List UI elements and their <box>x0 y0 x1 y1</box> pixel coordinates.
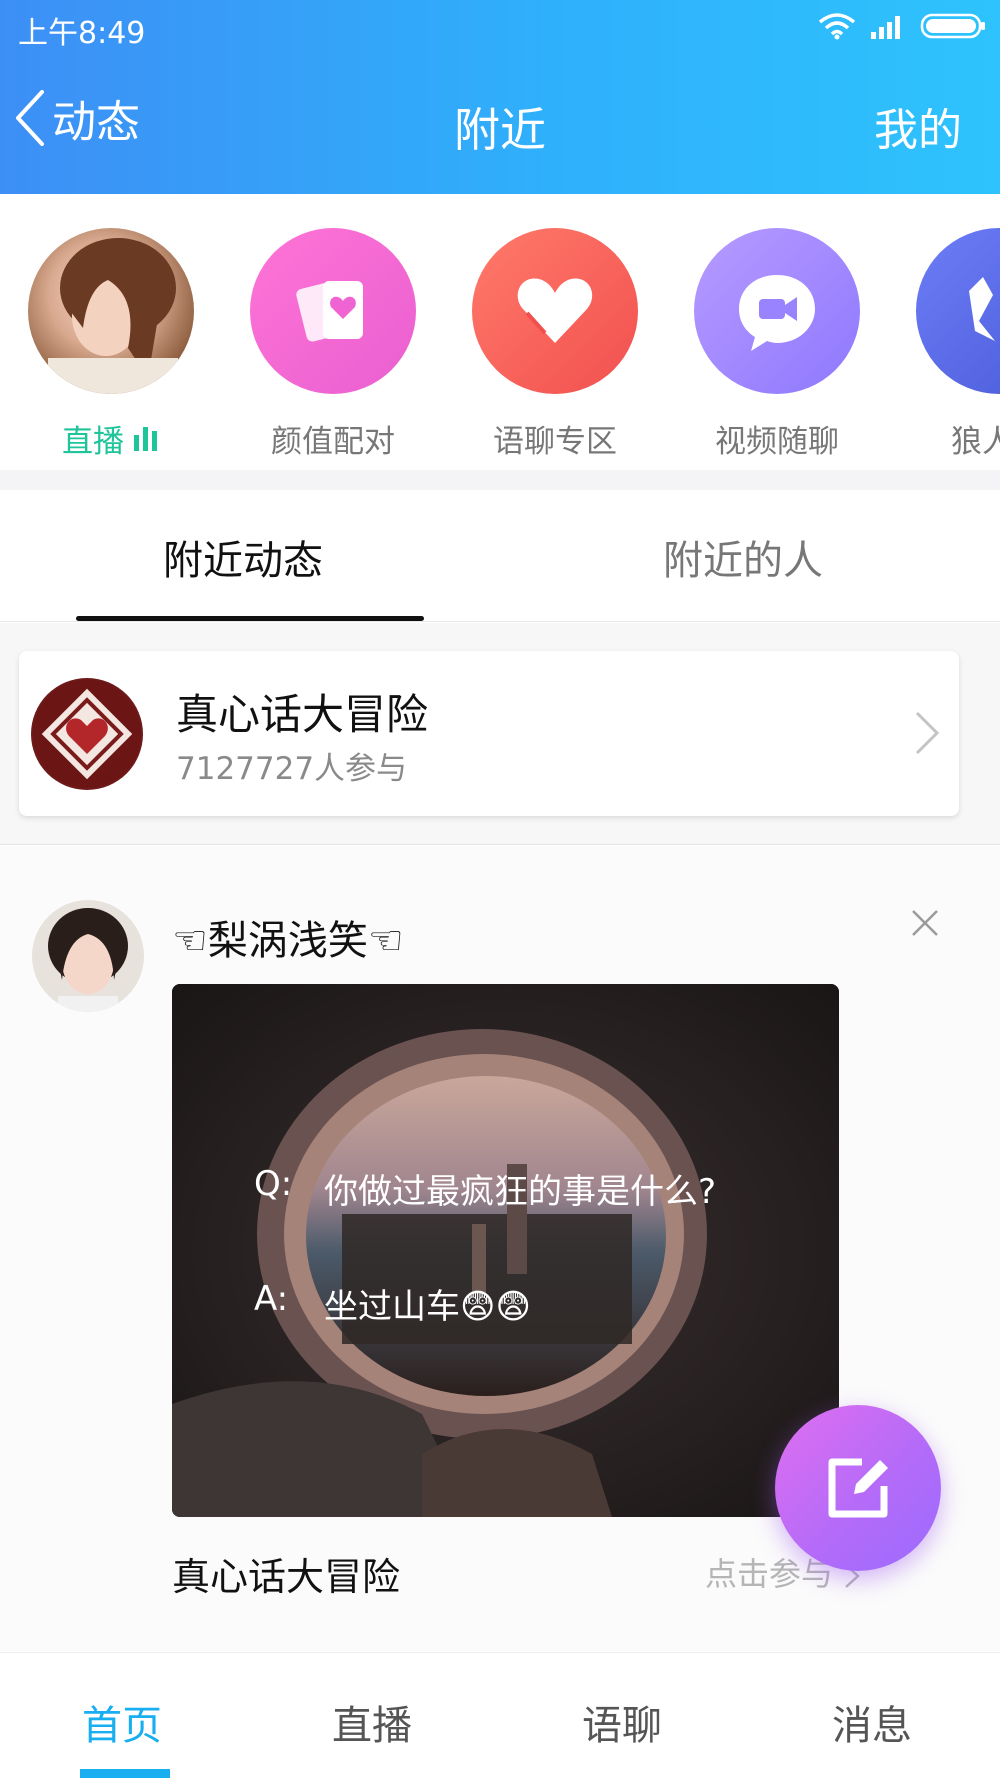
topic-section: 真心话大冒险 7127727人参与 <box>0 623 1000 845</box>
page-title: 附近 <box>454 103 546 157</box>
status-icons <box>818 12 986 40</box>
join-label: 点击参与 <box>705 1555 834 1593</box>
wolf-icon <box>916 228 1000 394</box>
nav-live[interactable]: 直播 <box>332 1693 412 1751</box>
category-label: 狼人 <box>951 424 1000 460</box>
image-answer-text: 坐过山车😨😨 <box>324 1287 531 1327</box>
category-label: 颜值配对 <box>271 424 395 460</box>
section-divider <box>0 470 1000 490</box>
chevron-left-icon <box>16 90 44 146</box>
topic-participants: 7127727人参与 <box>176 751 408 787</box>
feed-tabs: 附近动态 附近的人 <box>0 490 1000 622</box>
tab-nearby-posts[interactable]: 附近动态 <box>163 528 323 586</box>
wifi-icon <box>818 13 856 40</box>
bottom-nav: 首页 直播 语聊 消息 <box>0 1652 1000 1778</box>
category-label: 语聊专区 <box>493 424 617 460</box>
app-header: 上午8:49 动态 附近 我的 <box>0 0 1000 194</box>
nav-messages[interactable]: 消息 <box>832 1693 912 1751</box>
airplane-window-photo <box>172 984 839 1517</box>
image-answer-prefix: A: <box>254 1279 289 1319</box>
category-face-match[interactable]: 颜值配对 <box>233 228 433 461</box>
category-strip: 直播 颜值配对 语聊专区 视频随聊 狼人 <box>0 194 1000 490</box>
face-match-icon <box>250 228 416 394</box>
live-avatar <box>28 228 194 394</box>
topic-logo <box>31 678 143 790</box>
category-werewolf[interactable]: 狼人 <box>899 228 1000 461</box>
signal-icon <box>871 16 900 39</box>
compose-button[interactable] <box>775 1405 941 1571</box>
post-image[interactable]: Q: 你做过最疯狂的事是什么? A: 坐过山车😨😨 <box>172 984 839 1517</box>
nav-home[interactable]: 首页 <box>82 1693 162 1751</box>
live-bars-icon <box>134 426 157 451</box>
category-label: 视频随聊 <box>715 424 839 460</box>
post-topic-tag[interactable]: 真心话大冒险 <box>172 1546 400 1601</box>
video-chat-icon <box>694 228 860 394</box>
back-label: 动态 <box>52 97 140 148</box>
close-icon[interactable] <box>910 908 940 938</box>
category-voice-chat[interactable]: 语聊专区 <box>455 228 655 461</box>
category-video-chat[interactable]: 视频随聊 <box>677 228 877 461</box>
status-time: 上午8:49 <box>18 16 146 51</box>
edit-icon <box>828 1458 888 1518</box>
topic-card[interactable]: 真心话大冒险 7127727人参与 <box>19 651 959 816</box>
battery-icon <box>920 13 985 39</box>
tab-active-indicator <box>76 616 424 621</box>
image-question-text: 你做过最疯狂的事是什么? <box>324 1172 717 1212</box>
mine-button[interactable]: 我的 <box>874 94 962 158</box>
image-question-prefix: Q: <box>254 1164 293 1204</box>
category-label: 直播 <box>62 424 124 460</box>
live-avatar-image <box>48 238 178 394</box>
topic-title: 真心话大冒险 <box>176 690 429 739</box>
heart-icon <box>472 228 638 394</box>
post-avatar[interactable] <box>32 900 144 1012</box>
nav-active-indicator <box>80 1769 170 1778</box>
tab-nearby-people[interactable]: 附近的人 <box>663 528 823 586</box>
nav-voice[interactable]: 语聊 <box>582 1693 662 1751</box>
category-live[interactable]: 直播 <box>11 228 211 461</box>
chevron-right-icon <box>915 711 940 755</box>
back-button[interactable]: 动态 <box>14 86 140 150</box>
post-username[interactable]: ☜梨涡浅笑☜ <box>172 908 404 966</box>
